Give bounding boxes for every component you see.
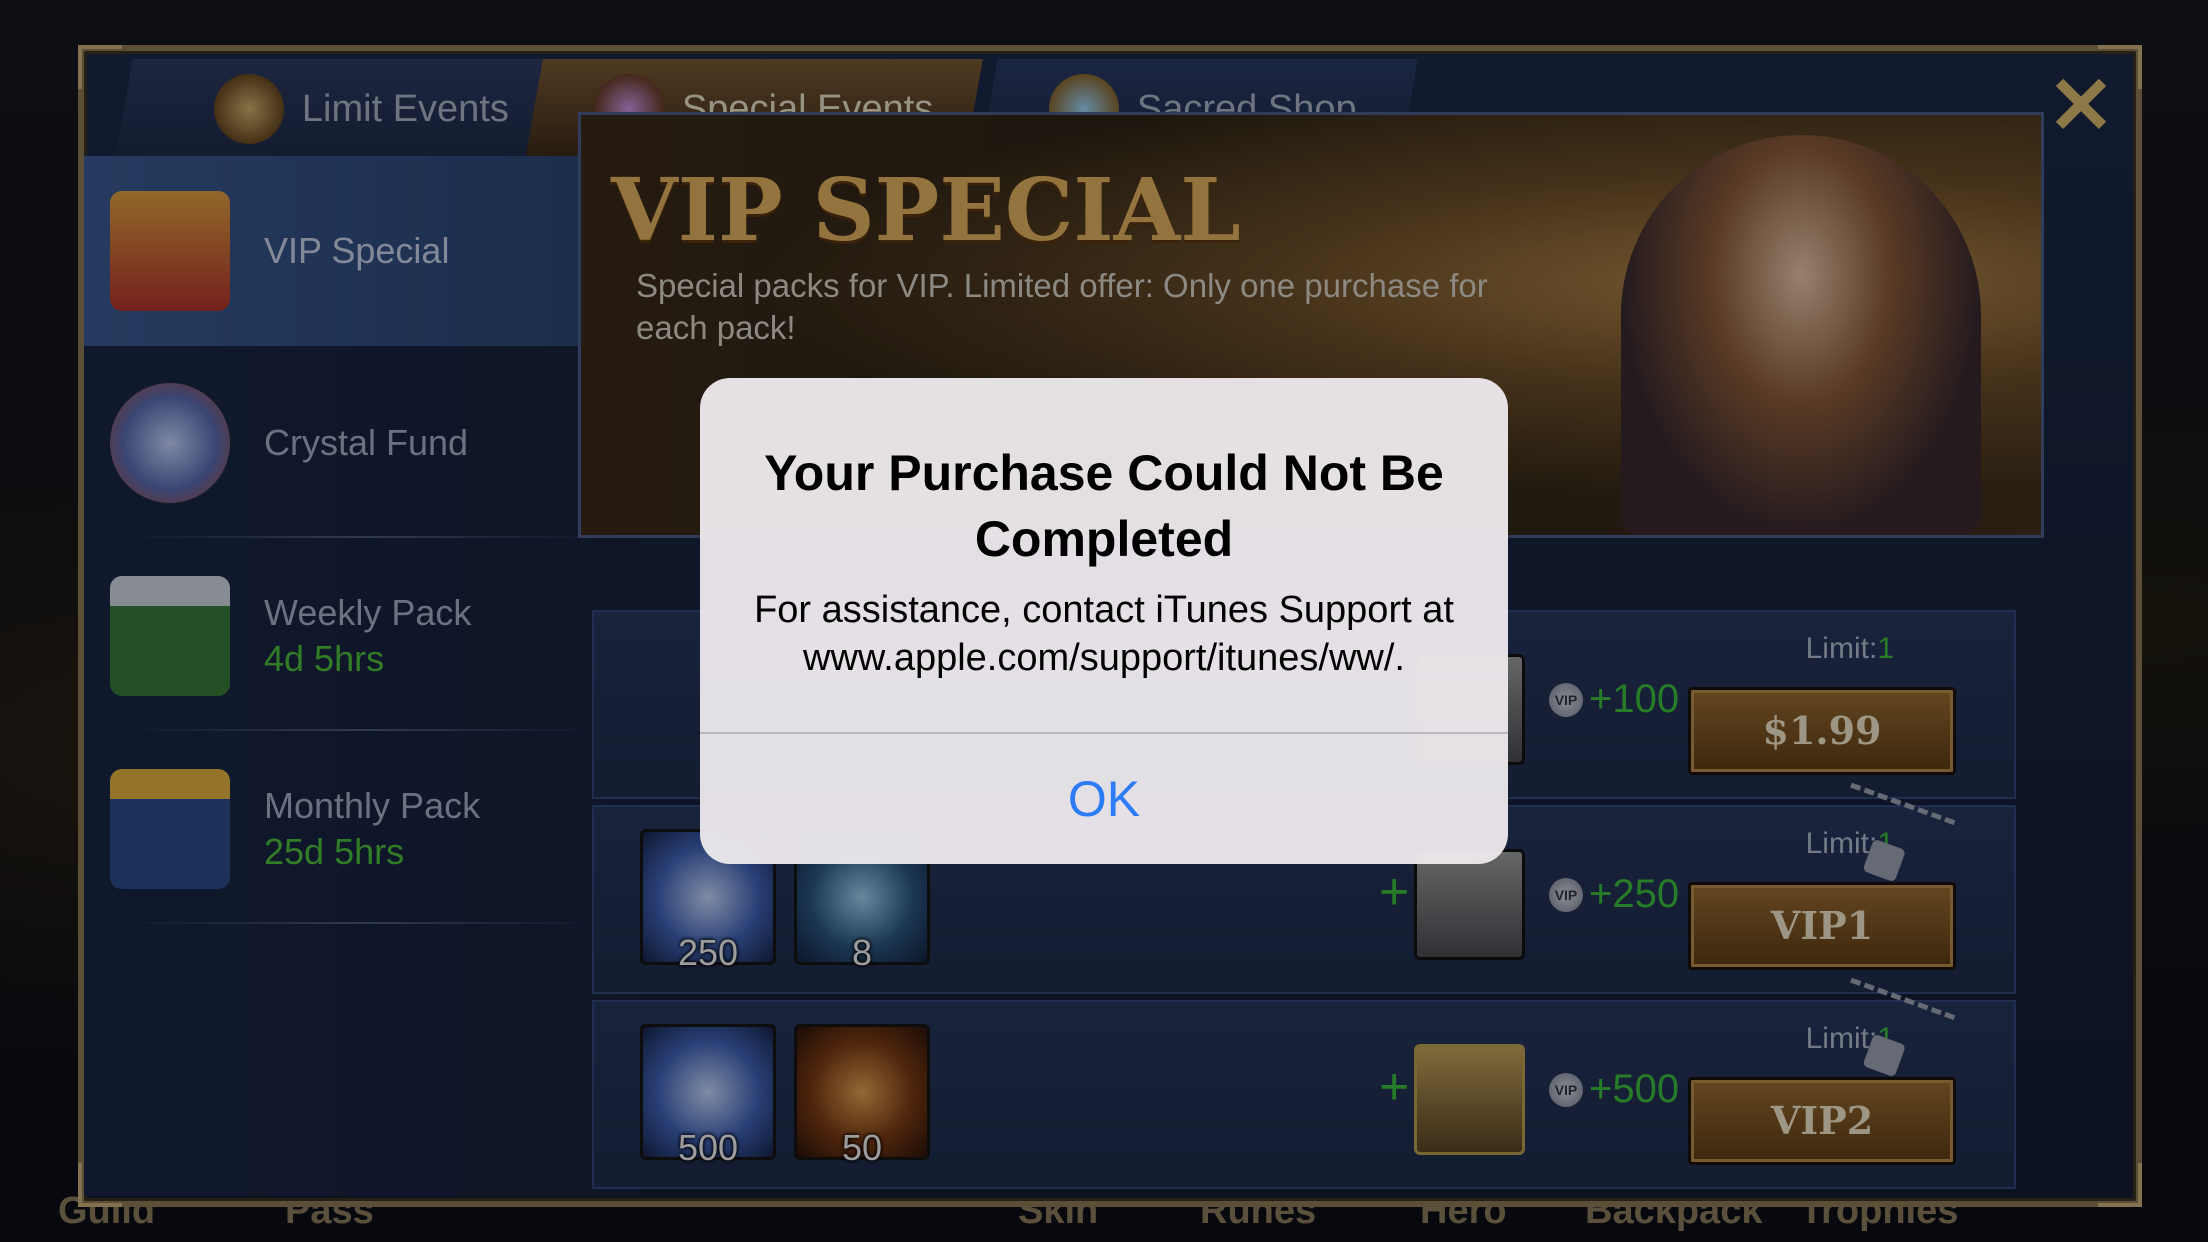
purchase-error-alert: Your Purchase Could Not Be Completed For…	[700, 378, 1508, 864]
alert-title: Your Purchase Could Not Be Completed	[764, 445, 1444, 567]
alert-message: For assistance, contact iTunes Support a…	[754, 589, 1454, 679]
ok-button[interactable]: OK	[700, 734, 1508, 864]
